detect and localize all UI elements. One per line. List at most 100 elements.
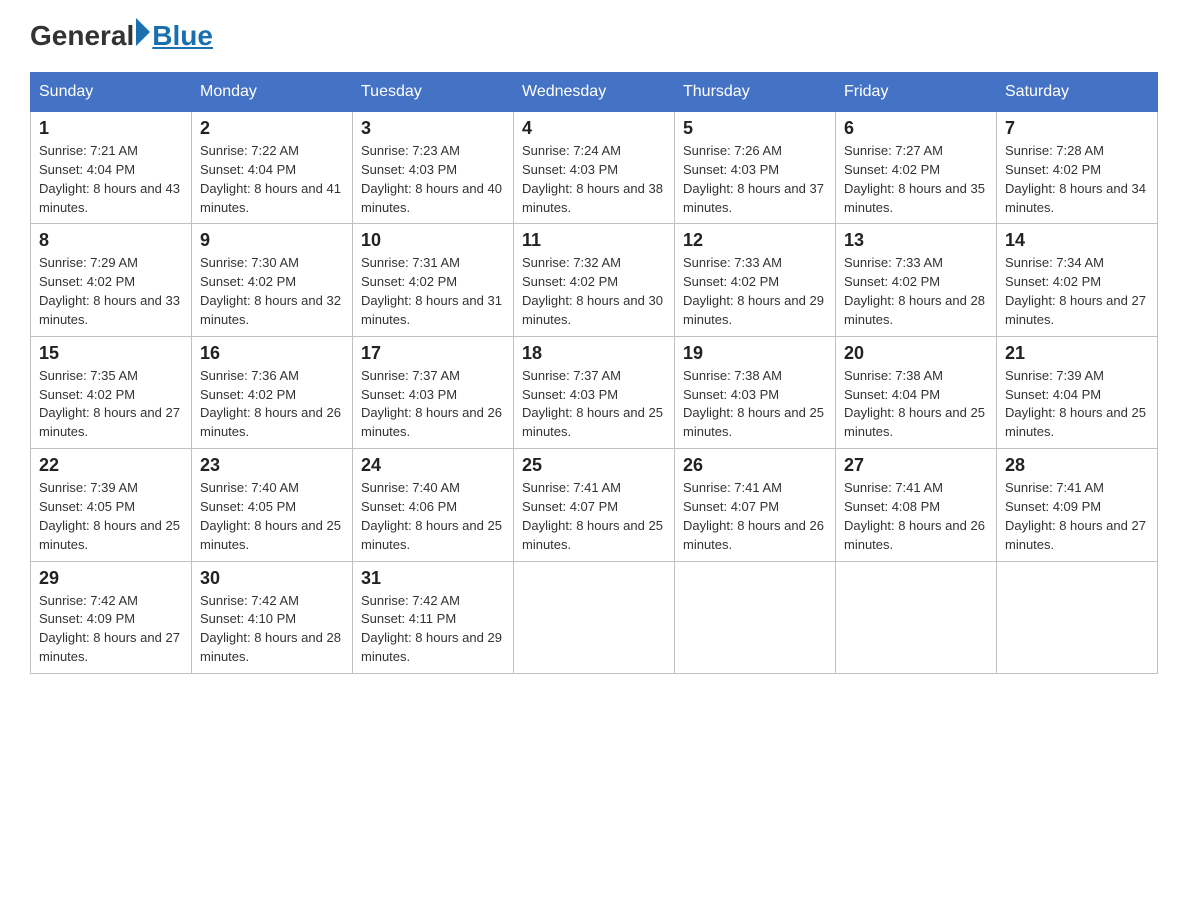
calendar-day-cell: 7 Sunrise: 7:28 AMSunset: 4:02 PMDayligh…: [997, 112, 1158, 224]
day-number: 21: [1005, 343, 1149, 364]
day-number: 3: [361, 118, 505, 139]
calendar-day-cell: 11 Sunrise: 7:32 AMSunset: 4:02 PMDaylig…: [514, 224, 675, 336]
day-info: Sunrise: 7:33 AMSunset: 4:02 PMDaylight:…: [683, 254, 827, 329]
day-info: Sunrise: 7:40 AMSunset: 4:06 PMDaylight:…: [361, 479, 505, 554]
calendar-day-cell: 1 Sunrise: 7:21 AMSunset: 4:04 PMDayligh…: [31, 112, 192, 224]
day-number: 12: [683, 230, 827, 251]
day-info: Sunrise: 7:33 AMSunset: 4:02 PMDaylight:…: [844, 254, 988, 329]
day-number: 31: [361, 568, 505, 589]
calendar-day-cell: 29 Sunrise: 7:42 AMSunset: 4:09 PMDaylig…: [31, 561, 192, 673]
day-number: 20: [844, 343, 988, 364]
weekday-header-tuesday: Tuesday: [353, 73, 514, 112]
calendar-day-cell: 28 Sunrise: 7:41 AMSunset: 4:09 PMDaylig…: [997, 449, 1158, 561]
calendar-week-row: 8 Sunrise: 7:29 AMSunset: 4:02 PMDayligh…: [31, 224, 1158, 336]
day-number: 18: [522, 343, 666, 364]
calendar-day-cell: 25 Sunrise: 7:41 AMSunset: 4:07 PMDaylig…: [514, 449, 675, 561]
day-number: 1: [39, 118, 183, 139]
day-info: Sunrise: 7:27 AMSunset: 4:02 PMDaylight:…: [844, 142, 988, 217]
calendar-day-cell: 5 Sunrise: 7:26 AMSunset: 4:03 PMDayligh…: [675, 112, 836, 224]
day-number: 10: [361, 230, 505, 251]
day-number: 15: [39, 343, 183, 364]
day-number: 28: [1005, 455, 1149, 476]
logo-general: General: [30, 20, 134, 52]
day-info: Sunrise: 7:38 AMSunset: 4:04 PMDaylight:…: [844, 367, 988, 442]
calendar-day-cell: 12 Sunrise: 7:33 AMSunset: 4:02 PMDaylig…: [675, 224, 836, 336]
weekday-header-monday: Monday: [192, 73, 353, 112]
calendar-day-cell: 10 Sunrise: 7:31 AMSunset: 4:02 PMDaylig…: [353, 224, 514, 336]
weekday-header-row: SundayMondayTuesdayWednesdayThursdayFrid…: [31, 73, 1158, 112]
calendar-day-cell: [514, 561, 675, 673]
day-number: 11: [522, 230, 666, 251]
day-number: 26: [683, 455, 827, 476]
day-info: Sunrise: 7:37 AMSunset: 4:03 PMDaylight:…: [361, 367, 505, 442]
day-number: 27: [844, 455, 988, 476]
calendar-day-cell: 8 Sunrise: 7:29 AMSunset: 4:02 PMDayligh…: [31, 224, 192, 336]
logo-blue: Blue: [152, 20, 213, 52]
day-number: 6: [844, 118, 988, 139]
day-number: 17: [361, 343, 505, 364]
calendar-day-cell: 30 Sunrise: 7:42 AMSunset: 4:10 PMDaylig…: [192, 561, 353, 673]
day-info: Sunrise: 7:35 AMSunset: 4:02 PMDaylight:…: [39, 367, 183, 442]
day-info: Sunrise: 7:31 AMSunset: 4:02 PMDaylight:…: [361, 254, 505, 329]
calendar-week-row: 22 Sunrise: 7:39 AMSunset: 4:05 PMDaylig…: [31, 449, 1158, 561]
day-info: Sunrise: 7:39 AMSunset: 4:05 PMDaylight:…: [39, 479, 183, 554]
day-info: Sunrise: 7:40 AMSunset: 4:05 PMDaylight:…: [200, 479, 344, 554]
calendar-table: SundayMondayTuesdayWednesdayThursdayFrid…: [30, 72, 1158, 674]
calendar-day-cell: 26 Sunrise: 7:41 AMSunset: 4:07 PMDaylig…: [675, 449, 836, 561]
day-number: 25: [522, 455, 666, 476]
calendar-day-cell: [997, 561, 1158, 673]
day-number: 14: [1005, 230, 1149, 251]
day-info: Sunrise: 7:42 AMSunset: 4:09 PMDaylight:…: [39, 592, 183, 667]
day-info: Sunrise: 7:28 AMSunset: 4:02 PMDaylight:…: [1005, 142, 1149, 217]
day-info: Sunrise: 7:41 AMSunset: 4:07 PMDaylight:…: [683, 479, 827, 554]
day-number: 9: [200, 230, 344, 251]
calendar-day-cell: [836, 561, 997, 673]
day-info: Sunrise: 7:39 AMSunset: 4:04 PMDaylight:…: [1005, 367, 1149, 442]
weekday-header-thursday: Thursday: [675, 73, 836, 112]
calendar-week-row: 1 Sunrise: 7:21 AMSunset: 4:04 PMDayligh…: [31, 112, 1158, 224]
calendar-day-cell: 18 Sunrise: 7:37 AMSunset: 4:03 PMDaylig…: [514, 336, 675, 448]
page-header: General Blue: [30, 20, 1158, 52]
calendar-day-cell: 16 Sunrise: 7:36 AMSunset: 4:02 PMDaylig…: [192, 336, 353, 448]
day-info: Sunrise: 7:36 AMSunset: 4:02 PMDaylight:…: [200, 367, 344, 442]
day-number: 7: [1005, 118, 1149, 139]
day-info: Sunrise: 7:41 AMSunset: 4:08 PMDaylight:…: [844, 479, 988, 554]
day-info: Sunrise: 7:24 AMSunset: 4:03 PMDaylight:…: [522, 142, 666, 217]
calendar-day-cell: [675, 561, 836, 673]
day-info: Sunrise: 7:34 AMSunset: 4:02 PMDaylight:…: [1005, 254, 1149, 329]
day-info: Sunrise: 7:29 AMSunset: 4:02 PMDaylight:…: [39, 254, 183, 329]
day-info: Sunrise: 7:32 AMSunset: 4:02 PMDaylight:…: [522, 254, 666, 329]
calendar-day-cell: 9 Sunrise: 7:30 AMSunset: 4:02 PMDayligh…: [192, 224, 353, 336]
weekday-header-sunday: Sunday: [31, 73, 192, 112]
calendar-day-cell: 24 Sunrise: 7:40 AMSunset: 4:06 PMDaylig…: [353, 449, 514, 561]
calendar-day-cell: 6 Sunrise: 7:27 AMSunset: 4:02 PMDayligh…: [836, 112, 997, 224]
calendar-day-cell: 20 Sunrise: 7:38 AMSunset: 4:04 PMDaylig…: [836, 336, 997, 448]
day-info: Sunrise: 7:21 AMSunset: 4:04 PMDaylight:…: [39, 142, 183, 217]
weekday-header-wednesday: Wednesday: [514, 73, 675, 112]
day-info: Sunrise: 7:26 AMSunset: 4:03 PMDaylight:…: [683, 142, 827, 217]
day-number: 16: [200, 343, 344, 364]
day-info: Sunrise: 7:41 AMSunset: 4:07 PMDaylight:…: [522, 479, 666, 554]
calendar-day-cell: 22 Sunrise: 7:39 AMSunset: 4:05 PMDaylig…: [31, 449, 192, 561]
day-info: Sunrise: 7:23 AMSunset: 4:03 PMDaylight:…: [361, 142, 505, 217]
day-number: 8: [39, 230, 183, 251]
calendar-week-row: 15 Sunrise: 7:35 AMSunset: 4:02 PMDaylig…: [31, 336, 1158, 448]
logo-triangle-icon: [136, 18, 150, 46]
calendar-day-cell: 23 Sunrise: 7:40 AMSunset: 4:05 PMDaylig…: [192, 449, 353, 561]
calendar-day-cell: 19 Sunrise: 7:38 AMSunset: 4:03 PMDaylig…: [675, 336, 836, 448]
day-number: 19: [683, 343, 827, 364]
calendar-day-cell: 15 Sunrise: 7:35 AMSunset: 4:02 PMDaylig…: [31, 336, 192, 448]
day-number: 23: [200, 455, 344, 476]
day-number: 22: [39, 455, 183, 476]
calendar-day-cell: 21 Sunrise: 7:39 AMSunset: 4:04 PMDaylig…: [997, 336, 1158, 448]
weekday-header-friday: Friday: [836, 73, 997, 112]
day-info: Sunrise: 7:22 AMSunset: 4:04 PMDaylight:…: [200, 142, 344, 217]
day-info: Sunrise: 7:42 AMSunset: 4:11 PMDaylight:…: [361, 592, 505, 667]
weekday-header-saturday: Saturday: [997, 73, 1158, 112]
calendar-day-cell: 27 Sunrise: 7:41 AMSunset: 4:08 PMDaylig…: [836, 449, 997, 561]
logo: General Blue: [30, 20, 213, 52]
day-number: 5: [683, 118, 827, 139]
calendar-day-cell: 31 Sunrise: 7:42 AMSunset: 4:11 PMDaylig…: [353, 561, 514, 673]
day-number: 2: [200, 118, 344, 139]
day-number: 13: [844, 230, 988, 251]
